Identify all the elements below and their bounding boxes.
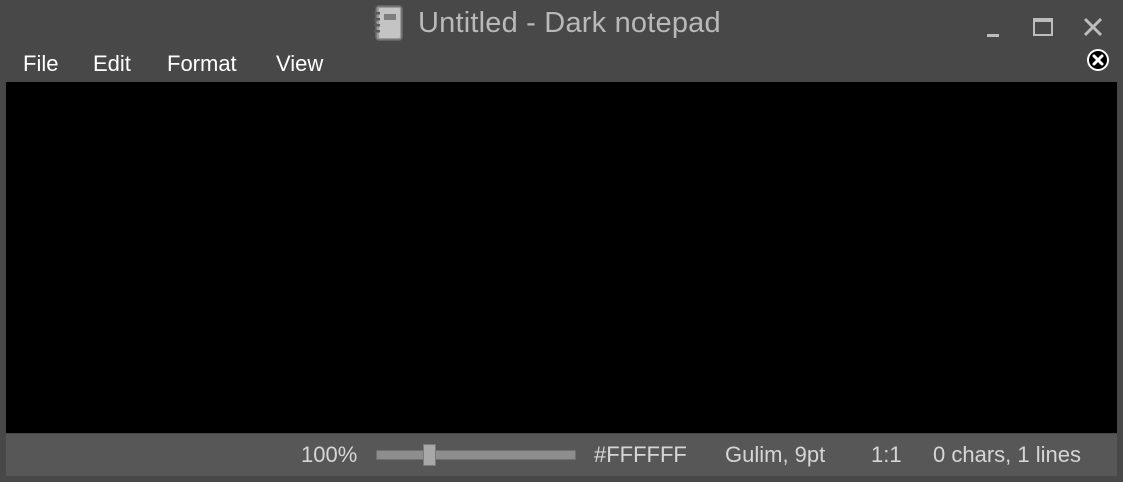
minimize-button[interactable] <box>978 12 1008 42</box>
title-group: Untitled - Dark notepad <box>374 4 721 42</box>
menu-view[interactable]: View <box>276 50 323 78</box>
font-info: Gulim, 9pt <box>725 442 826 467</box>
zoom-slider-thumb[interactable] <box>423 444 436 466</box>
menu-bar: File Edit Format View <box>0 46 1123 82</box>
minimize-icon <box>987 34 999 37</box>
zoom-level: 100% <box>301 442 358 467</box>
char-line-count: 0 chars, 1 lines <box>933 442 1081 467</box>
menu-format[interactable]: Format <box>167 50 237 78</box>
text-color-value: #FFFFFF <box>594 442 687 467</box>
close-circle-icon[interactable] <box>1086 48 1110 72</box>
notebook-icon <box>374 5 403 41</box>
maximize-icon <box>1033 18 1053 36</box>
cursor-position: 1:1 <box>871 442 902 467</box>
close-window-button[interactable] <box>1078 12 1108 42</box>
status-bar: 100% #FFFFFF Gulim, 9pt 1:1 0 chars, 1 l… <box>6 434 1117 476</box>
close-icon <box>1083 17 1103 37</box>
menu-file[interactable]: File <box>23 50 58 78</box>
window-title: Untitled - Dark notepad <box>418 6 721 39</box>
zoom-slider[interactable] <box>376 444 576 466</box>
title-bar[interactable]: Untitled - Dark notepad <box>0 0 1123 46</box>
text-editor[interactable] <box>6 82 1117 433</box>
menu-edit[interactable]: Edit <box>93 50 131 78</box>
zoom-slider-track[interactable] <box>376 450 576 460</box>
maximize-button[interactable] <box>1028 12 1058 42</box>
app-window: Untitled - Dark notepad File Edit Format… <box>0 0 1123 482</box>
